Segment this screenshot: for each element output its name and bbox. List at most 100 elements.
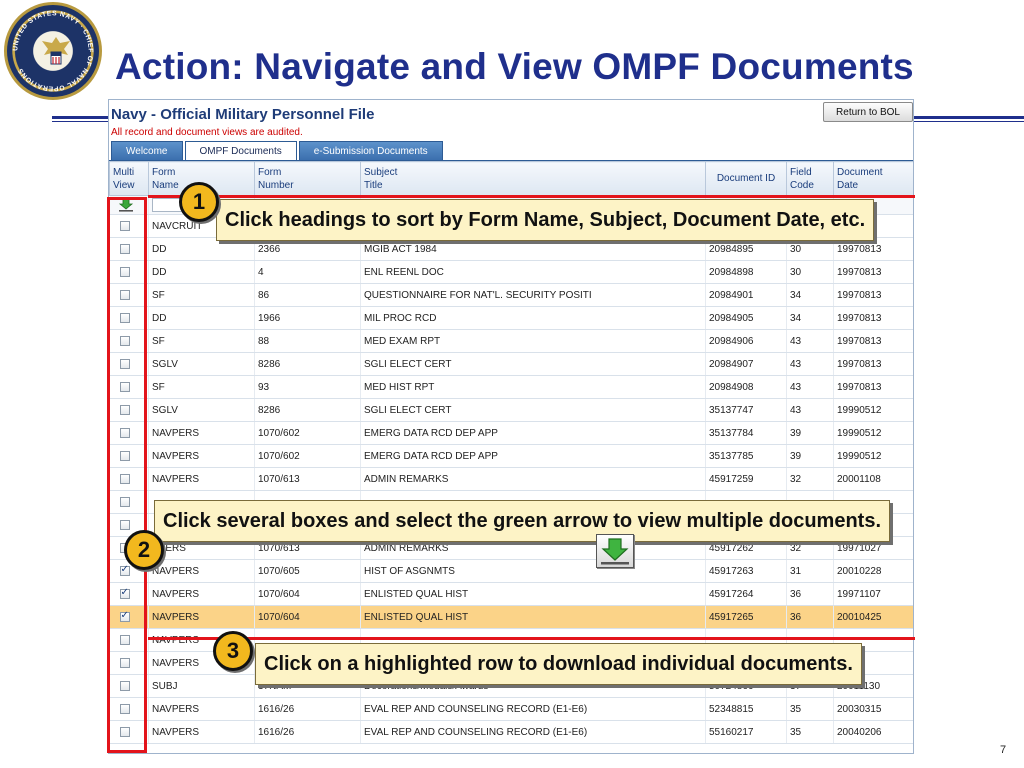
cell-subject: EMERG DATA RCD DEP APP <box>360 444 706 468</box>
cell-form-name: NAVPERS <box>148 605 255 629</box>
app-title: Navy - Official Military Personnel File <box>111 106 375 123</box>
title-rule-left <box>52 116 108 119</box>
cell-field-code: 35 <box>786 720 834 744</box>
tab-ompf-documents[interactable]: OMPF Documents <box>184 141 297 161</box>
cell-form-number: 93 <box>254 375 361 399</box>
callout-sort-headings: Click headings to sort by Form Name, Sub… <box>216 199 875 241</box>
slide-title: Action: Navigate and View OMPF Documents <box>115 46 914 87</box>
return-to-bol-button[interactable]: Return to BOL <box>823 102 913 122</box>
cell-doc-id: 45917265 <box>705 605 787 629</box>
col-header-subject-title[interactable]: Subject Title <box>360 161 706 196</box>
cell-subject: MED EXAM RPT <box>360 329 706 353</box>
cell-form-number: 1616/26 <box>254 720 361 744</box>
cell-doc-id: 20984901 <box>705 283 787 307</box>
cell-form-name: SGLV <box>148 398 255 422</box>
cell-doc-id: 45917263 <box>705 559 787 583</box>
table-row[interactable]: NAVPERS 1070/613 ADMIN REMARKS 45917259 32 20… <box>109 467 913 491</box>
green-down-arrow-icon <box>601 538 629 565</box>
cell-field-code: 35 <box>786 697 834 721</box>
cell-field-code: 43 <box>786 398 834 422</box>
cell-field-code: 43 <box>786 375 834 399</box>
cell-subject: QUESTIONNAIRE FOR NAT'L. SECURITY POSITI <box>360 283 706 307</box>
cell-doc-id: 35137747 <box>705 398 787 422</box>
tab-e-submission-documents[interactable]: e-Submission Documents <box>298 141 443 161</box>
table-row[interactable]: NAVPERS 1616/26 EVAL REP AND COUNSELING RE… <box>109 697 913 721</box>
cell-form-name: SF <box>148 329 255 353</box>
table-row[interactable]: SF 93 MED HIST RPT 20984908 43 19970813 <box>109 375 913 399</box>
cell-form-number: 1966 <box>254 306 361 330</box>
cell-form-number: 88 <box>254 329 361 353</box>
audit-notice: All record and document views are audite… <box>111 127 303 138</box>
cell-doc-date: 19970813 <box>833 283 913 307</box>
cell-doc-date: 20010425 <box>833 605 913 629</box>
cell-doc-id: 20984898 <box>705 260 787 284</box>
cell-form-number: 1070/602 <box>254 421 361 445</box>
callout-badge-3: 3 <box>213 631 253 671</box>
cell-form-number: 4 <box>254 260 361 284</box>
table-header-row: Multi View Form Name Form Number Subject Tit… <box>109 161 913 196</box>
cell-form-number: 1070/605 <box>254 559 361 583</box>
cell-field-code: 34 <box>786 306 834 330</box>
cell-doc-id: 20984905 <box>705 306 787 330</box>
cell-field-code: 31 <box>786 559 834 583</box>
table-row[interactable]: DD 1966 MIL PROC RCD 20984905 34 19970813 <box>109 306 913 330</box>
table-row[interactable]: NAVPERS 1616/26 EVAL REP AND COUNSELING RE… <box>109 720 913 744</box>
col-header-multi-view[interactable]: Multi View <box>109 161 149 196</box>
cell-field-code: 39 <box>786 444 834 468</box>
table-row[interactable]: NAVPERS1070/604ENLISTED QUAL HIST4591726… <box>109 582 913 606</box>
table-row[interactable]: SF 86 QUESTIONNAIRE FOR NAT'L. SECURITY PO… <box>109 283 913 307</box>
cell-form-name: NAVPERS <box>148 720 255 744</box>
cell-form-number: 1070/604 <box>254 582 361 606</box>
col-header-field-code[interactable]: Field Code <box>786 161 834 196</box>
cell-form-name: NAVPERS <box>148 697 255 721</box>
cell-form-name: SUBJ <box>148 674 255 698</box>
cell-field-code: 43 <box>786 352 834 376</box>
cell-form-name: SGLV <box>148 352 255 376</box>
callout-badge-2: 2 <box>124 530 164 570</box>
title-rule-right <box>914 116 1024 119</box>
cell-form-name: NAVPERS <box>148 444 255 468</box>
cell-doc-id: 52348815 <box>705 697 787 721</box>
eagle-shield-icon <box>42 37 70 65</box>
table-row[interactable]: SF 88 MED EXAM RPT 20984906 43 19970813 <box>109 329 913 353</box>
title-rule-left-thin <box>52 121 108 122</box>
cell-form-number: 1070/604 <box>254 605 361 629</box>
cell-doc-date: 20010228 <box>833 559 913 583</box>
cell-subject: MIL PROC RCD <box>360 306 706 330</box>
cell-subject: MED HIST RPT <box>360 375 706 399</box>
cell-field-code: 43 <box>786 329 834 353</box>
multi-view-column-highlight <box>107 197 147 753</box>
cell-doc-date: 19970813 <box>833 260 913 284</box>
cell-form-name: NAVPERS <box>148 559 255 583</box>
table-row[interactable]: SGLV 8286 SGLI ELECT CERT 35137747 43 1999051… <box>109 398 913 422</box>
cell-doc-id: 45917264 <box>705 582 787 606</box>
cell-doc-id: 20984907 <box>705 352 787 376</box>
cell-doc-id: 35137784 <box>705 421 787 445</box>
view-multiple-documents-button[interactable] <box>596 534 634 568</box>
cell-form-name: SF <box>148 283 255 307</box>
table-row[interactable]: NAVPERS 1070/602 EMERG DATA RCD DEP APP 351… <box>109 444 913 468</box>
header-highlight-line <box>148 195 915 198</box>
cell-doc-date: 19990512 <box>833 444 913 468</box>
table-row[interactable]: NAVPERS1070/605HIST OF ASGNMTS4591726331… <box>109 559 913 583</box>
table-row[interactable]: NAVPERS 1070/602 EMERG DATA RCD DEP APP 351… <box>109 421 913 445</box>
col-header-document-date[interactable]: Document Date <box>833 161 913 196</box>
cell-field-code: 30 <box>786 260 834 284</box>
col-header-document-id[interactable]: Document ID <box>705 161 787 196</box>
cell-form-number: 8286 <box>254 352 361 376</box>
cell-doc-date: 19970813 <box>833 375 913 399</box>
cell-doc-date: 20040206 <box>833 720 913 744</box>
cell-subject: SGLI ELECT CERT <box>360 352 706 376</box>
tab-welcome[interactable]: Welcome <box>111 141 183 161</box>
table-row[interactable]: NAVPERS1070/604ENLISTED QUAL HIST4591726… <box>109 605 913 629</box>
col-header-form-number[interactable]: Form Number <box>254 161 361 196</box>
table-row[interactable]: DD 4 ENL REENL DOC 20984898 30 19970813 <box>109 260 913 284</box>
cell-form-number: 1070/613 <box>254 467 361 491</box>
callout-download-row: Click on a highlighted row to download i… <box>255 643 862 685</box>
row-highlight-line <box>148 637 915 640</box>
table-row[interactable]: SGLV 8286 SGLI ELECT CERT 20984907 43 1997081… <box>109 352 913 376</box>
cell-doc-date: 19990512 <box>833 421 913 445</box>
cell-doc-date: 19970813 <box>833 329 913 353</box>
cell-doc-date: 20001108 <box>833 467 913 491</box>
cell-field-code: 36 <box>786 605 834 629</box>
